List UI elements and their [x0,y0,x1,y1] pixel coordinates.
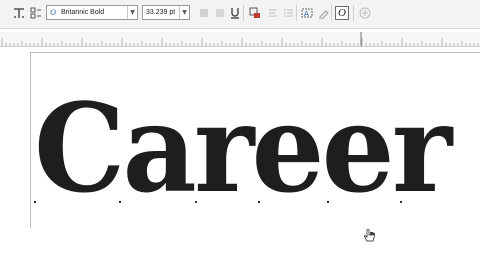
character-formatting-icon[interactable]: A [300,6,314,20]
opentype-font-icon: O [50,8,56,17]
bullet-list-icon[interactable] [282,6,296,20]
toolbar-separator [331,5,332,21]
underline-icon[interactable] [228,6,242,20]
text-tool-icon[interactable] [12,6,26,20]
toolbar-separator [296,5,297,21]
text-node-handle[interactable] [195,201,197,203]
text-node-handle[interactable] [400,201,402,203]
property-bar: O Britannic Bold ▼ 33.239 pt ▼ A O [0,0,480,29]
toolbar-separator [353,5,354,21]
svg-text:A: A [304,10,309,18]
text-node-handle[interactable] [327,201,329,203]
bold-icon[interactable] [197,6,211,20]
font-family-dropdown[interactable]: O Britannic Bold ▼ [46,5,138,20]
text-properties-icon[interactable] [29,6,43,20]
horizontal-ruler[interactable] [0,32,480,47]
italic-icon[interactable] [213,6,227,20]
text-color-icon[interactable] [248,6,262,20]
hand-pointer-icon [364,229,375,242]
text-node-handle[interactable] [119,201,121,203]
text-node-handle[interactable] [258,201,260,203]
align-left-icon[interactable] [266,6,280,20]
chevron-down-icon[interactable]: ▼ [127,6,137,19]
opentype-features-button[interactable]: O [335,6,349,20]
chevron-down-icon[interactable]: ▼ [179,6,189,19]
text-node-handle[interactable] [34,201,36,203]
edit-text-icon[interactable] [317,6,331,20]
artistic-text-object[interactable]: Career [34,87,452,209]
font-size-value: 33.239 pt [146,9,176,16]
font-family-value: Britannic Bold [61,9,105,16]
add-icon[interactable] [358,6,372,20]
font-size-dropdown[interactable]: 33.239 pt ▼ [142,5,190,20]
ruler-ticks [1,32,479,46]
toolbar-separator [243,5,244,21]
